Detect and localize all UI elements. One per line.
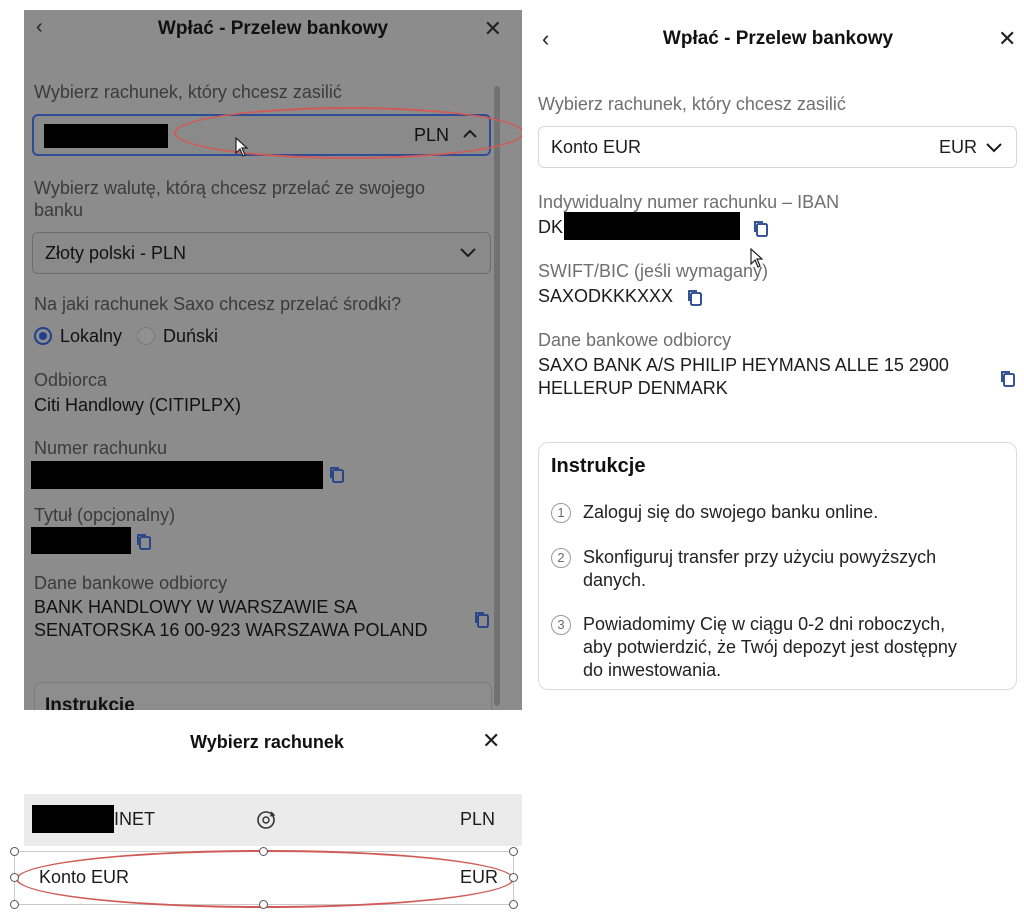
recipient-value: Citi Handlowy (CITIPLPX) [34,395,242,415]
account-option[interactable]: INET PLN [24,794,522,846]
resize-handle [259,900,268,909]
mouse-cursor-icon [235,136,249,162]
copy-icon[interactable] [473,610,491,630]
bank-details-line2: SENATORSKA 16 00-923 WARSZAWA POLAND [34,620,428,640]
resize-handle [10,847,19,856]
redacted-title [31,527,131,554]
resize-handle [259,847,268,856]
redacted-account-number [31,461,323,489]
iban-label: Indywidualny numer rachunku – IBAN [538,192,840,212]
swift-value: SAXODKKKXXX [538,286,674,306]
copy-icon[interactable] [328,465,346,485]
resize-handle [509,900,518,909]
account-select-currency: EUR [939,137,978,157]
step-number: 3 [551,615,571,635]
resize-handle [509,847,518,856]
redacted-iban [564,212,740,240]
copy-icon[interactable] [752,219,770,239]
step-text: Skonfiguruj transfer przy użyciu powyższ… [583,547,937,567]
account-select[interactable]: Konto EUR EUR [538,126,1017,168]
radio-danish[interactable] [137,327,155,345]
bank-details-line2: HELLERUP DENMARK [538,378,728,398]
close-icon[interactable]: ✕ [998,26,1016,52]
sheet-title: Wybierz rachunek [190,732,344,752]
copy-icon[interactable] [999,369,1017,389]
account-select-value: Konto EUR [551,137,642,157]
step-number: 2 [551,548,571,568]
panel-title: Wpłać - Przelew bankowy [157,18,389,39]
resize-handle [10,900,19,909]
bank-details-label: Dane bankowe odbiorcy [538,330,732,350]
instructions-heading: Instrukcje [45,695,135,710]
resize-handle [509,873,518,882]
bank-details-line1: BANK HANDLOWY W WARSZAWIE SA [34,597,358,617]
annotation-ellipse [174,107,524,159]
radio-local[interactable] [34,327,52,345]
bank-details-label: Dane bankowe odbiorcy [34,573,228,593]
close-icon[interactable]: ✕ [482,728,500,754]
redacted-account-name [44,124,168,148]
radio-local-label: Lokalny [60,326,123,346]
panel-title: Wpłać - Przelew bankowy [662,28,894,49]
resize-handle [10,873,19,882]
chevron-down-icon [985,137,1003,162]
chevron-down-icon [459,242,477,267]
account-select-label: Wybierz rachunek, który chcesz zasilić [34,82,342,102]
instructions-card: Instrukcje 1 Zaloguj się do swojego bank… [538,442,1017,690]
rotate-handle-icon [254,808,278,837]
redacted-account-name [32,805,114,833]
account-number-label: Numer rachunku [34,438,168,458]
saxo-account-question: Na jaki rachunek Saxo chcesz przelać śro… [34,294,402,314]
account-option-currency: PLN [460,809,496,829]
iban-prefix: DK [538,217,564,237]
scrollbar[interactable] [494,86,500,706]
step-number: 1 [551,503,571,523]
account-option-name-suffix: INET [114,809,156,829]
currency-select-value: Złoty polski - PLN [45,243,187,263]
title-label: Tytuł (opcjonalny) [34,505,176,525]
currency-select[interactable]: Złoty polski - PLN [32,232,491,274]
step-text: Powiadomimy Cię w ciągu 0-2 dni roboczyc… [583,614,946,634]
account-select-label: Wybierz rachunek, który chcesz zasilić [538,94,846,114]
step-text: danych. [583,570,647,590]
step-text: aby potwierdzić, że Twój depozyt jest do… [583,637,957,657]
copy-icon[interactable] [135,532,153,552]
instructions-card: Instrukcje [34,682,492,710]
radio-danish-label: Duński [163,326,219,346]
deposit-panel: ‹ Wpłać - Przelew bankowy ✕ Wybierz rach… [522,0,1024,913]
step-text: Zaloguj się do swojego banku online. [583,502,879,522]
step-text: do inwestowania. [583,660,722,680]
copy-icon[interactable] [686,288,704,308]
close-icon[interactable]: ✕ [484,16,502,42]
currency-select-label-cont: banku [34,200,84,220]
bank-details-line1: SAXO BANK A/S PHILIP HEYMANS ALLE 15 290… [538,355,949,375]
recipient-label: Odbiorca [34,370,108,390]
currency-select-label: Wybierz walutę, którą chcesz przelać ze … [34,178,425,198]
instructions-heading: Instrukcje [551,455,646,477]
swift-label: SWIFT/BIC (jeśli wymagany) [538,261,769,281]
